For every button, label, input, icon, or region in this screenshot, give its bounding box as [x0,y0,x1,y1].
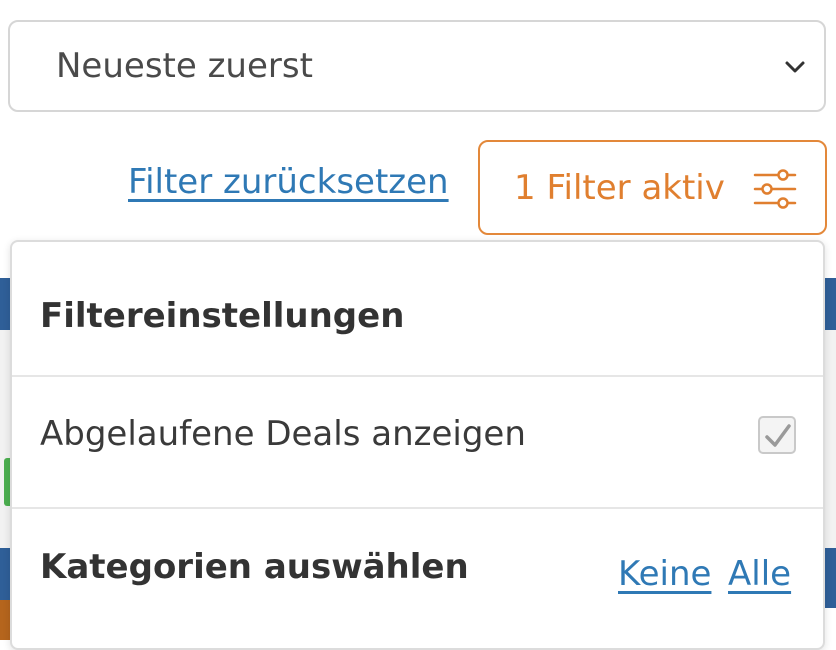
chevron-down-icon [785,61,805,73]
select-all-link[interactable]: Alle [728,554,791,594]
active-filters-button[interactable]: 1 Filter aktiv [478,140,827,235]
sort-select[interactable]: Neueste zuerst [8,20,826,112]
reset-filters-link[interactable]: Filter zurücksetzen [128,162,449,202]
categories-title: Kategorien auswählen [40,547,469,587]
show-expired-label: Abgelaufene Deals anzeigen [40,414,526,454]
show-expired-checkbox[interactable] [758,416,796,454]
panel-title: Filtereinstellungen [40,296,405,336]
select-none-link[interactable]: Keine [618,554,711,594]
active-filters-label: 1 Filter aktiv [514,167,725,208]
divider [12,507,823,509]
sliders-icon [753,169,797,209]
check-icon [765,424,791,447]
filter-settings-panel: Filtereinstellungen Abgelaufene Deals an… [10,240,825,650]
sort-selected-value: Neueste zuerst [56,46,313,86]
divider [12,375,823,377]
